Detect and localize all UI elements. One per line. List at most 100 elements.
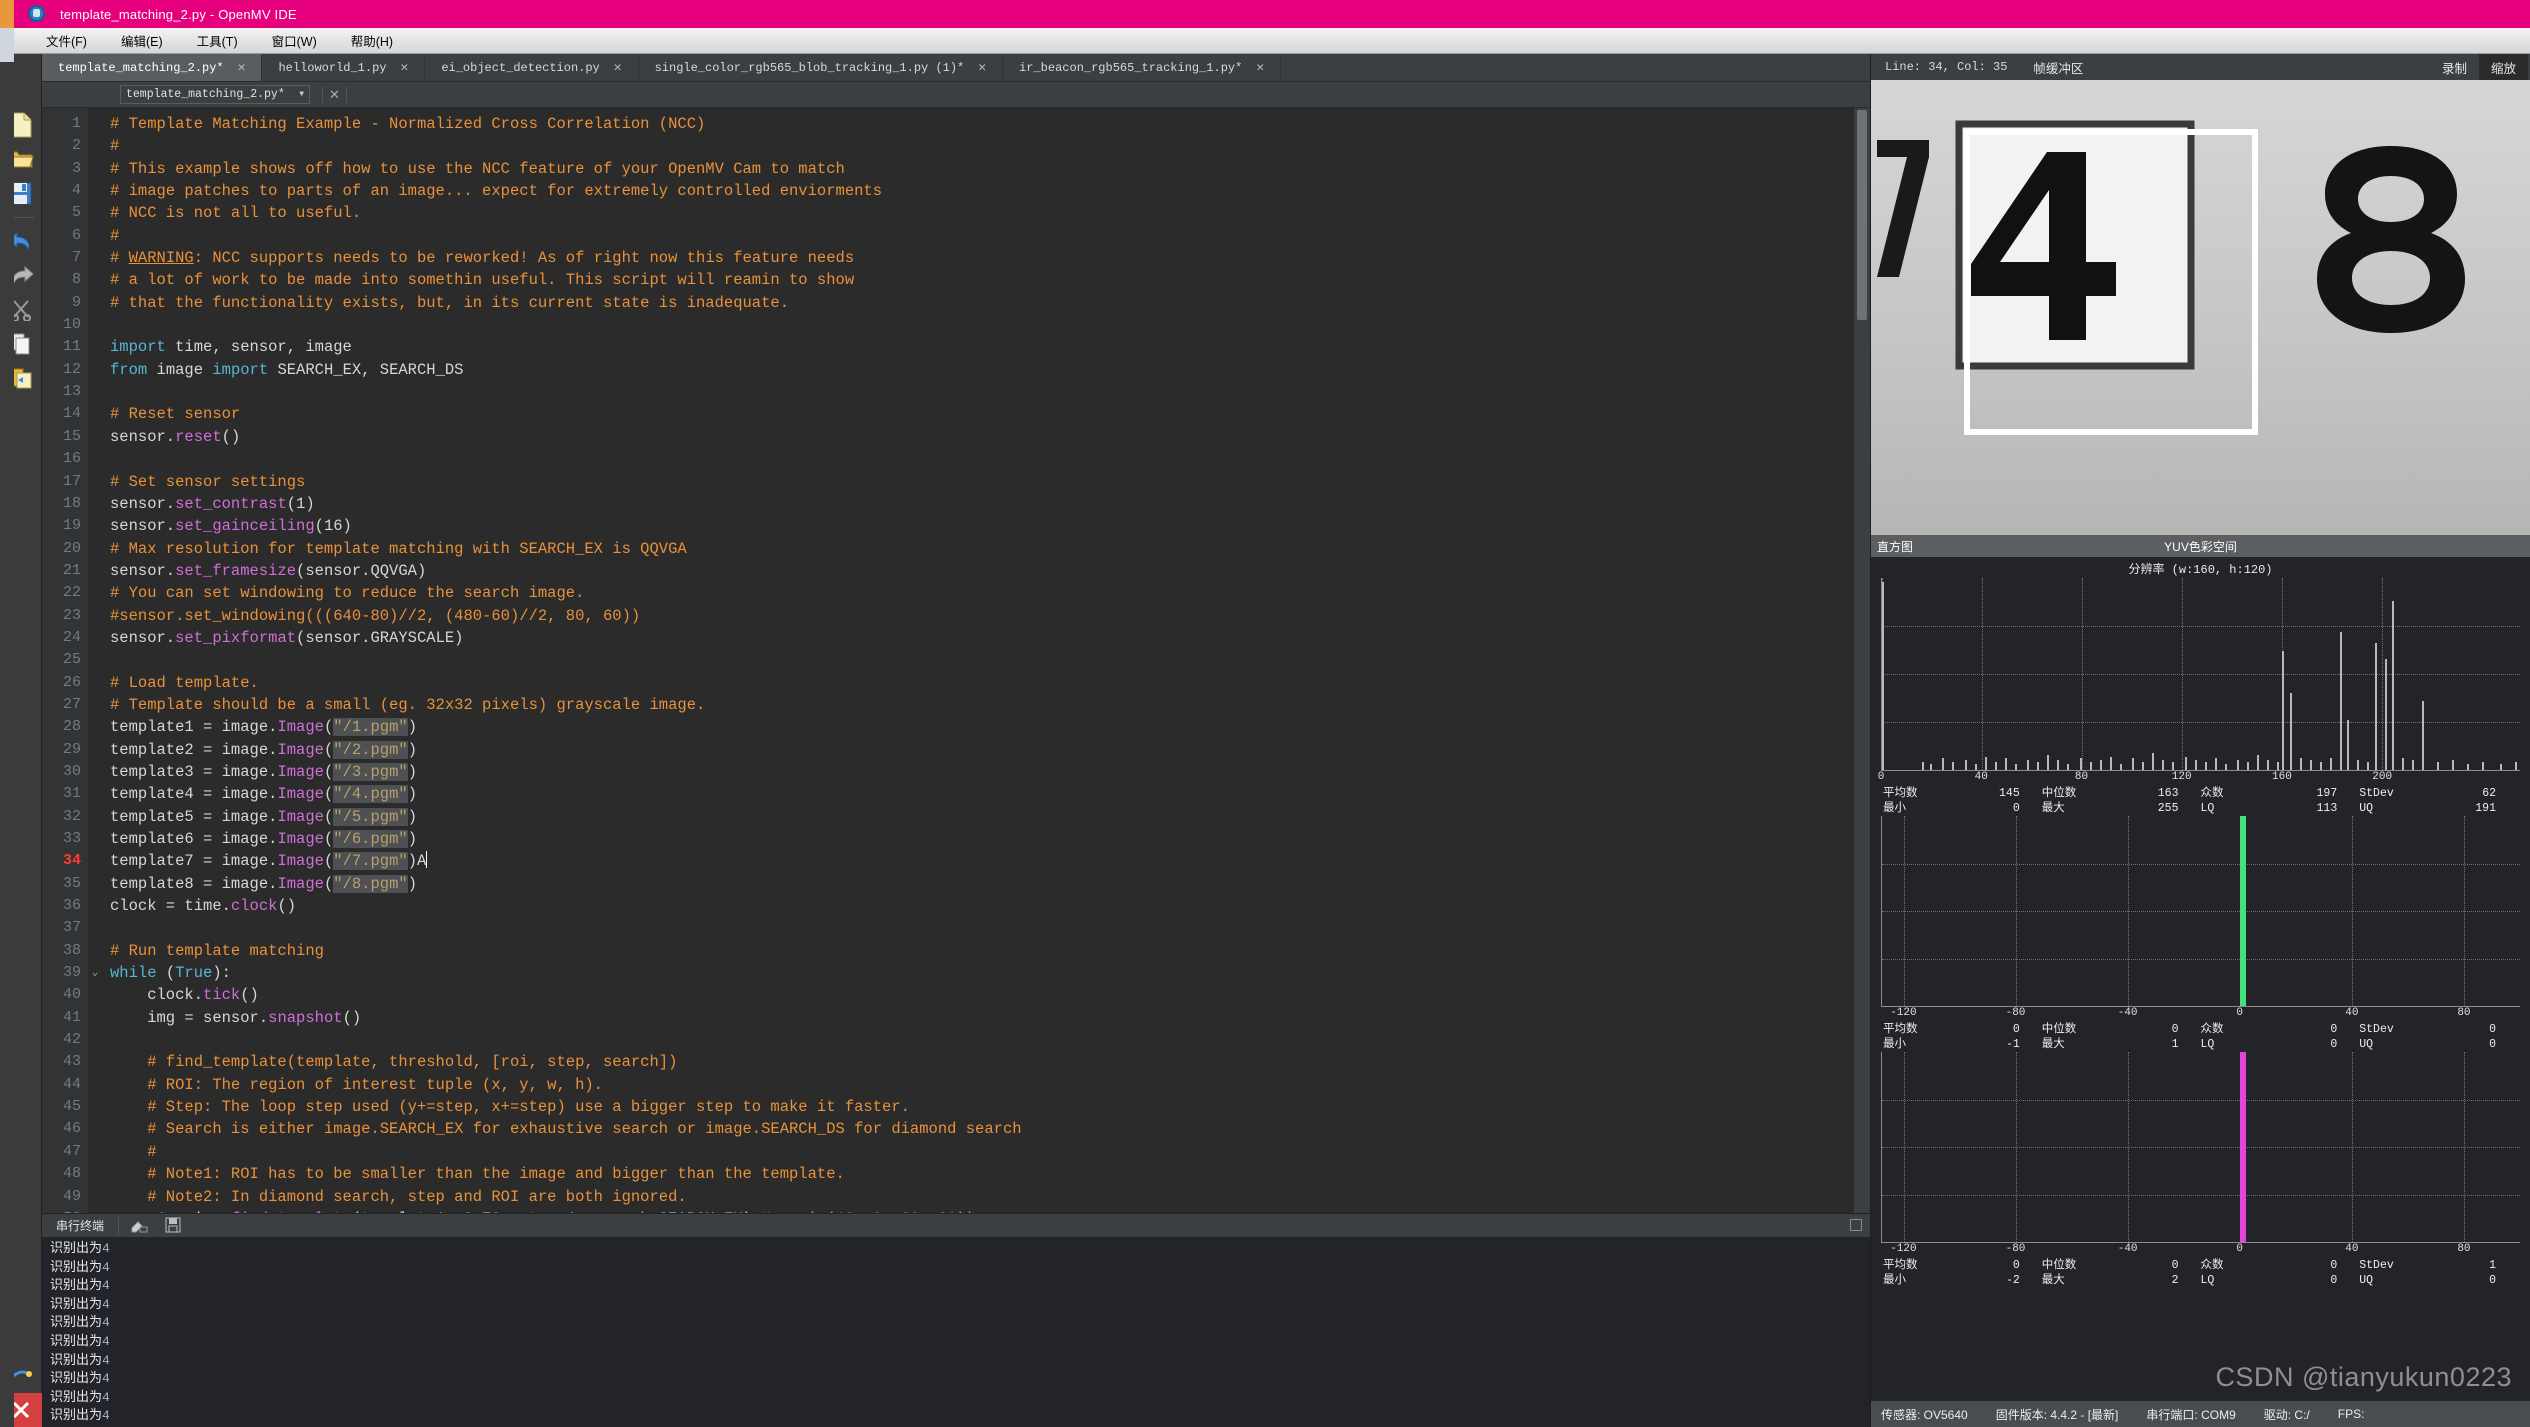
tab-histogram[interactable]: 直方图 xyxy=(1871,538,2021,555)
histogram-charts: 04080120160200平均数145中位数163众数197StDev62最小… xyxy=(1871,578,2530,1288)
code-token: # Search is either image.SEARCH_EX for e… xyxy=(110,1120,1022,1138)
stat-key: StDev xyxy=(2359,786,2394,801)
stat-value: 113 xyxy=(2317,801,2338,816)
code-token: template7 = image. xyxy=(110,852,277,870)
menu-edit[interactable]: 编辑(E) xyxy=(117,29,167,52)
fold-spacer xyxy=(88,582,102,604)
tab-ei-object-detection[interactable]: ei_object_detection.py ✕ xyxy=(425,54,638,81)
menu-window[interactable]: 窗口(W) xyxy=(268,29,321,52)
code-token: clock = time. xyxy=(110,897,231,915)
histogram-bar xyxy=(2330,758,2332,770)
menu-bar: 文件(F) 编辑(E) 工具(T) 窗口(W) 帮助(H) xyxy=(0,28,2530,54)
stat-value: 2 xyxy=(2172,1273,2179,1288)
code-token: # You can set windowing to reduce the se… xyxy=(110,584,584,602)
code-line: template1 = image.Image("/1.pgm") xyxy=(110,716,1854,738)
code-line: # xyxy=(110,225,1854,247)
stat-value: 0 xyxy=(2172,1258,2179,1273)
terminal-resize-handle[interactable] xyxy=(1850,1219,1862,1231)
histogram-bar xyxy=(2215,758,2217,770)
tab-helloworld-1[interactable]: helloworld_1.py ✕ xyxy=(262,54,425,81)
code-token: ( xyxy=(157,964,176,982)
code-token: "/8.pgm" xyxy=(333,875,407,893)
line-number: 49 xyxy=(42,1186,81,1208)
histogram-bar xyxy=(2120,764,2122,770)
close-icon[interactable]: ✕ xyxy=(238,60,246,75)
x-tick-label: -40 xyxy=(2118,1243,2138,1255)
code-line: # that the functionality exists, but, in… xyxy=(110,292,1854,314)
histogram-bar xyxy=(2057,760,2059,770)
histogram-bar xyxy=(2290,693,2292,770)
fold-spacer xyxy=(88,336,102,358)
main-body: template_matching_2.py* ✕ helloworld_1.p… xyxy=(0,54,2530,1427)
window-title: template_matching_2.py - OpenMV IDE xyxy=(60,7,297,22)
fold-toggle[interactable]: ⌄ xyxy=(88,962,102,984)
code-text[interactable]: # Template Matching Example - Normalized… xyxy=(102,108,1854,1213)
fold-spacer xyxy=(88,984,102,1006)
code-line: template8 = image.Image("/8.pgm") xyxy=(110,873,1854,895)
fold-spacer xyxy=(88,694,102,716)
stat-cell: LQ0 xyxy=(2201,1273,2360,1288)
record-button[interactable]: 录制 xyxy=(2430,54,2479,81)
stat-key: 最小 xyxy=(1883,1273,1906,1288)
x-tick-label: 80 xyxy=(2075,771,2088,783)
line-number: 32 xyxy=(42,806,81,828)
menu-tools[interactable]: 工具(T) xyxy=(193,29,242,52)
fold-spacer xyxy=(88,1118,102,1140)
code-line xyxy=(110,917,1854,939)
line-number: 22 xyxy=(42,582,81,604)
stat-key: UQ xyxy=(2359,1037,2373,1052)
code-token: ( xyxy=(324,808,333,826)
tab-ir-beacon-rgb565-tracking[interactable]: ir_beacon_rgb565_tracking_1.py* ✕ xyxy=(1003,54,1281,81)
code-editor[interactable]: 1234567891011121314151617181920212223242… xyxy=(42,108,1854,1213)
stat-key: 众数 xyxy=(2201,1258,2224,1273)
tab-single-color-rgb565-blob-tracking[interactable]: single_color_rgb565_blob_tracking_1.py (… xyxy=(639,54,1003,81)
close-icon[interactable]: ✕ xyxy=(322,87,347,103)
editor-scrollbar[interactable] xyxy=(1854,108,1870,1213)
stat-value: 0 xyxy=(2489,1022,2496,1037)
close-icon[interactable]: ✕ xyxy=(978,60,986,75)
stat-key: StDev xyxy=(2359,1022,2394,1037)
code-line: # Reset sensor xyxy=(110,403,1854,425)
title-bar: template_matching_2.py - OpenMV IDE xyxy=(0,0,2530,28)
tab-template-matching-2[interactable]: template_matching_2.py* ✕ xyxy=(42,54,262,81)
line-number: 36 xyxy=(42,895,81,917)
histogram-bar xyxy=(2422,701,2424,770)
line-number: 19 xyxy=(42,515,81,537)
code-line: # image patches to parts of an image... … xyxy=(110,180,1854,202)
code-token: set_pixformat xyxy=(175,629,296,647)
fold-spacer xyxy=(88,247,102,269)
code-fold-column[interactable]: ⌄ xyxy=(88,108,102,1213)
code-line xyxy=(110,314,1854,336)
line-number: 38 xyxy=(42,940,81,962)
menu-file[interactable]: 文件(F) xyxy=(42,29,91,52)
stat-key: UQ xyxy=(2359,801,2373,816)
scrollbar-thumb[interactable] xyxy=(1857,110,1867,320)
stat-cell: 最大1 xyxy=(2042,1037,2201,1052)
stat-cell: 平均数145 xyxy=(1883,786,2042,801)
fold-spacer xyxy=(88,605,102,627)
line-number: 30 xyxy=(42,761,81,783)
framebuffer-image[interactable] xyxy=(1871,80,2530,535)
chevron-down-icon[interactable]: ▼ xyxy=(299,90,304,99)
code-line: # Set sensor settings xyxy=(110,471,1854,493)
file-selector-dropdown[interactable]: template_matching_2.py* ▼ xyxy=(120,85,310,104)
code-token: while xyxy=(110,964,157,982)
save-icon[interactable] xyxy=(165,1217,191,1235)
code-token: () xyxy=(240,986,259,1004)
close-icon[interactable]: ✕ xyxy=(614,60,622,75)
code-token: # image patches to parts of an image... … xyxy=(110,182,882,200)
histogram-bar xyxy=(2100,760,2102,770)
zoom-button[interactable]: 缩放 xyxy=(2479,54,2528,81)
terminal-value: 4 xyxy=(102,1334,110,1349)
line-number: 28 xyxy=(42,716,81,738)
code-token: "/6.pgm" xyxy=(333,830,407,848)
code-line: #sensor.set_windowing(((640-80)//2, (480… xyxy=(110,605,1854,627)
close-icon[interactable]: ✕ xyxy=(401,60,409,75)
text-cursor xyxy=(426,851,427,868)
menu-help[interactable]: 帮助(H) xyxy=(347,29,397,52)
line-number: 46 xyxy=(42,1118,81,1140)
line-number: 31 xyxy=(42,783,81,805)
clear-terminal-icon[interactable] xyxy=(129,1217,155,1235)
close-icon[interactable]: ✕ xyxy=(1256,60,1264,75)
serial-terminal-output[interactable]: 识别出为4识别出为4识别出为4识别出为4识别出为4识别出为4识别出为4识别出为4… xyxy=(42,1237,1870,1427)
